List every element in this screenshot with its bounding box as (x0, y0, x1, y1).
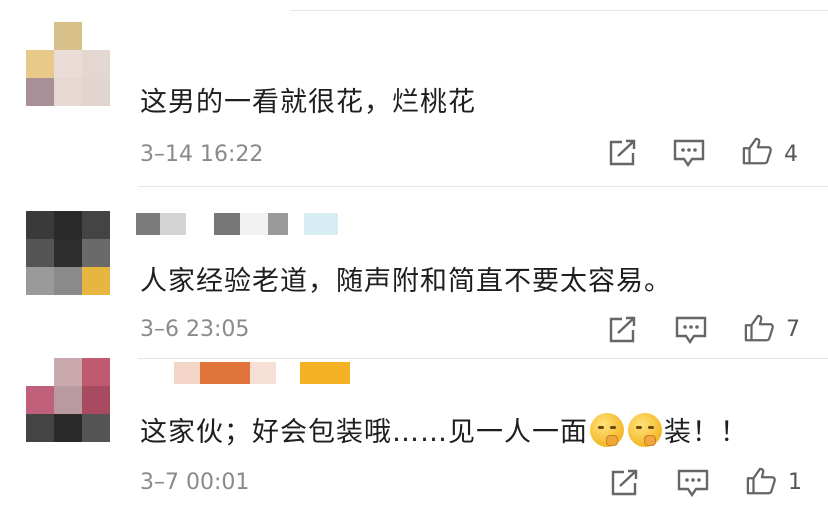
comment-text-part: 装！！ (664, 417, 748, 448)
reply-button[interactable] (676, 468, 710, 498)
avatar[interactable] (26, 211, 110, 295)
shushing-face-emoji (590, 413, 624, 447)
thumbs-up-icon (744, 314, 774, 342)
comment-icon (675, 316, 707, 345)
comment-item: 这男的一看就很花，烂桃花 3–14 16:22 4 (0, 0, 828, 186)
share-icon (609, 316, 636, 343)
comment-timestamp: 3–6 23:05 (140, 317, 250, 342)
share-button[interactable] (606, 315, 640, 345)
like-button[interactable] (744, 466, 778, 496)
shushing-face-emoji (628, 413, 662, 447)
comment-text: 这男的一看就很花，烂桃花 (140, 87, 476, 118)
comment-item: 人家经验老道，随声附和简直不要太容易。 3–6 23:05 7 (0, 187, 828, 357)
comment-timestamp: 3–7 00:01 (140, 470, 250, 495)
reply-button[interactable] (674, 315, 708, 345)
avatar[interactable] (26, 22, 110, 106)
avatar[interactable] (26, 358, 110, 442)
like-button[interactable] (742, 313, 776, 343)
thumbs-up-icon (746, 467, 776, 495)
share-icon (609, 139, 636, 166)
share-icon (611, 469, 638, 496)
like-count: 7 (786, 317, 800, 342)
username[interactable] (136, 213, 338, 235)
thumbs-up-icon (742, 137, 772, 165)
like-count: 1 (788, 470, 802, 495)
comment-text-part: 这家伙；好会包装哦……见一人一面 (140, 417, 588, 448)
like-button[interactable] (740, 136, 774, 166)
comment-item: 这家伙；好会包装哦……见一人一面 装！！ 3–7 00:01 1 (0, 358, 828, 508)
comment-icon (673, 139, 705, 168)
comment-text: 这家伙；好会包装哦……见一人一面 装！！ (140, 410, 748, 449)
comment-text: 人家经验老道，随声附和简直不要太容易。 (140, 266, 672, 297)
comment-timestamp: 3–14 16:22 (140, 142, 264, 167)
like-count: 4 (784, 142, 798, 167)
divider (290, 10, 828, 11)
username[interactable] (134, 362, 350, 384)
reply-button[interactable] (672, 138, 706, 168)
share-button[interactable] (606, 138, 640, 168)
share-button[interactable] (608, 468, 642, 498)
comment-icon (677, 469, 709, 498)
